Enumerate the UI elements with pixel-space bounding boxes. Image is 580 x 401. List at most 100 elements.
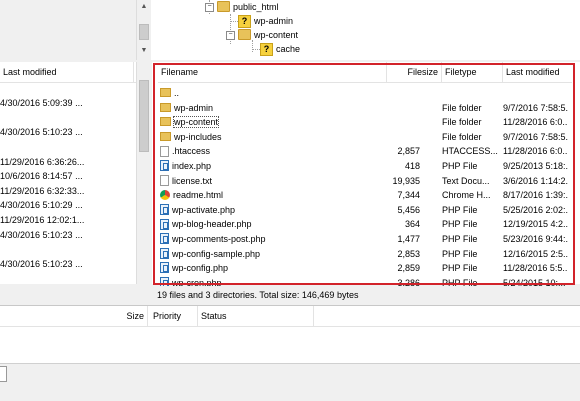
table-row[interactable]: wp-blog-header.php 364 PHP File 12/19/2015 … [158, 217, 572, 232]
local-list-scrollbar[interactable] [136, 62, 151, 284]
file-type: PHP File [442, 263, 478, 274]
column-filename[interactable]: Filename [158, 62, 387, 82]
tree-node-label: public_html [233, 2, 279, 12]
scroll-up-icon[interactable]: ▲ [137, 0, 151, 14]
table-row[interactable]: wp-config-sample.php 2,853 PHP File 12/16/2… [158, 247, 572, 262]
file-name: wp-cron.php [172, 277, 222, 286]
tree-node-label: wp-admin [254, 16, 294, 26]
remote-file-list[interactable]: Filename Filesize Filetype Last modified… [152, 62, 580, 286]
table-row[interactable]: wp-comments-post.php 1,477 PHP File 5/23/20… [158, 232, 572, 247]
table-row[interactable]: wp-admin File folder 9/7/2016 7:58:5... [158, 101, 572, 116]
column-status[interactable]: Status [198, 306, 314, 326]
folder-icon [238, 29, 251, 41]
file-type: File folder [442, 117, 482, 128]
file-name: wp-activate.php [172, 204, 236, 215]
list-item[interactable]: 11/29/2016 6:32:33... [0, 184, 84, 198]
file-name: .. [174, 88, 180, 98]
list-item[interactable]: 4/30/2016 5:09:39 ... [0, 96, 83, 110]
tree-line [252, 49, 260, 50]
file-modified: 11/28/2016 5:5... [503, 263, 568, 274]
scrollbar-thumb[interactable] [139, 24, 149, 40]
transfer-queue[interactable]: Size Priority Status [0, 305, 580, 364]
list-item[interactable]: 4/30/2016 5:10:23 ... [0, 228, 83, 242]
status-bar [0, 363, 580, 401]
file-name-cell: .htaccess [160, 144, 210, 159]
table-row[interactable]: wp-cron.php 3,286 PHP File 5/24/2015 10:... [158, 276, 572, 286]
file-name-cell: wp-cron.php [160, 276, 222, 286]
php-file-icon [160, 218, 169, 230]
table-row[interactable]: readme.html 7,344 Chrome H... 8/17/2016 1:3… [158, 188, 572, 203]
file-icon [160, 145, 169, 157]
file-size: 3,286 [397, 277, 420, 286]
tree-line [230, 21, 238, 22]
file-size: 364 [404, 219, 420, 230]
column-filetype[interactable]: Filetype [442, 62, 503, 82]
table-row[interactable]: wp-config.php 2,859 PHP File 11/28/2016 5:5… [158, 261, 572, 276]
file-type: PHP File [442, 234, 478, 244]
file-modified: 11/28/2016 6:0... [503, 117, 568, 128]
tree-node-label: wp-content [254, 30, 299, 40]
file-modified: 11/28/2016 6:0... [503, 146, 568, 157]
tree-node-cache[interactable]: ? cache [260, 42, 301, 57]
table-row[interactable]: license.txt 19,935 Text Docu... 3/6/2016 1:… [158, 174, 572, 189]
table-row[interactable]: .htaccess 2,857 HTACCESS... 11/28/2016 6:0.… [158, 144, 572, 159]
local-list-header: Last modified [0, 62, 136, 83]
table-row[interactable]: wp-includes File folder 9/7/2016 7:58:5... [158, 130, 572, 145]
folder-icon [160, 131, 171, 141]
table-row[interactable]: wp-activate.php 5,456 PHP File 5/25/2016 2:… [158, 203, 572, 218]
chrome-html-icon [160, 189, 170, 200]
php-file-icon [160, 262, 169, 274]
tree-node-label: cache [276, 44, 301, 54]
file-name-cell: wp-content [160, 115, 220, 130]
collapse-icon[interactable]: − [205, 3, 214, 13]
local-file-list[interactable]: Last modified 4/30/2016 5:09:39 ... 4/30… [0, 62, 151, 284]
file-name: wp-content [172, 116, 220, 129]
php-file-icon [160, 247, 169, 259]
file-name-cell: readme.html [160, 188, 223, 203]
list-item[interactable]: 4/30/2016 5:10:23 ... [0, 257, 83, 271]
file-name-cell: index.php [160, 159, 211, 174]
scroll-down-icon[interactable]: ▼ [137, 44, 151, 58]
column-size[interactable]: Size [0, 306, 148, 326]
file-modified: 5/23/2016 9:44:... [503, 234, 568, 244]
list-item[interactable]: 4/30/2016 5:10:29 ... [0, 198, 83, 212]
file-name: license.txt [172, 175, 213, 186]
list-item[interactable]: 11/29/2016 12:02:1... [0, 213, 84, 227]
remote-list-scrollbar[interactable] [565, 62, 579, 284]
list-item[interactable]: 4/30/2016 5:10:23 ... [0, 125, 83, 139]
file-name-cell: wp-activate.php [160, 203, 235, 218]
table-row[interactable]: index.php 418 PHP File 9/25/2013 5:18:... [158, 159, 572, 174]
php-file-icon [160, 276, 169, 286]
column-priority[interactable]: Priority [150, 306, 198, 326]
column-last-modified[interactable]: Last modified [0, 62, 134, 82]
list-item[interactable]: 11/29/2016 6:36:26... [0, 155, 84, 169]
file-name-cell: wp-includes [160, 130, 222, 145]
file-size: 2,853 [397, 248, 420, 259]
remote-directory-tree[interactable]: − public_html ? wp-admin − wp-content ? cach… [150, 0, 580, 60]
tree-node-wp-admin[interactable]: ? wp-admin [238, 14, 294, 29]
file-size: 418 [404, 161, 420, 171]
file-modified: 9/7/2016 7:58:5... [503, 131, 568, 142]
file-size: 19,935 [392, 175, 420, 186]
column-last-modified[interactable]: Last modified [503, 62, 572, 82]
file-size: 2,859 [397, 263, 420, 274]
file-name-cell: wp-config-sample.php [160, 247, 260, 262]
file-name-cell: license.txt [160, 174, 212, 189]
collapse-icon[interactable]: − [226, 31, 235, 41]
tree-node-public-html[interactable]: − public_html [205, 0, 279, 14]
file-name: .htaccess [172, 146, 211, 157]
scrollbar-thumb[interactable] [139, 80, 149, 152]
list-item[interactable]: 10/6/2016 8:14:57 ... [0, 169, 83, 183]
remote-list-header: Filename Filesize Filetype Last modified [158, 62, 572, 83]
tree-node-wp-content[interactable]: − wp-content [226, 28, 298, 42]
folder-icon [160, 117, 171, 127]
status-indicator [0, 366, 7, 382]
file-size: 1,477 [397, 234, 420, 244]
table-row[interactable]: wp-content File folder 11/28/2016 6:0... [158, 115, 572, 130]
column-filesize[interactable]: Filesize [387, 62, 442, 82]
local-tree-scrollbar[interactable]: ▲ ▼ [136, 0, 151, 60]
file-name-cell: wp-config.php [160, 261, 228, 276]
file-icon [160, 174, 169, 186]
table-row[interactable]: .. [158, 86, 572, 101]
php-file-icon [160, 203, 169, 215]
